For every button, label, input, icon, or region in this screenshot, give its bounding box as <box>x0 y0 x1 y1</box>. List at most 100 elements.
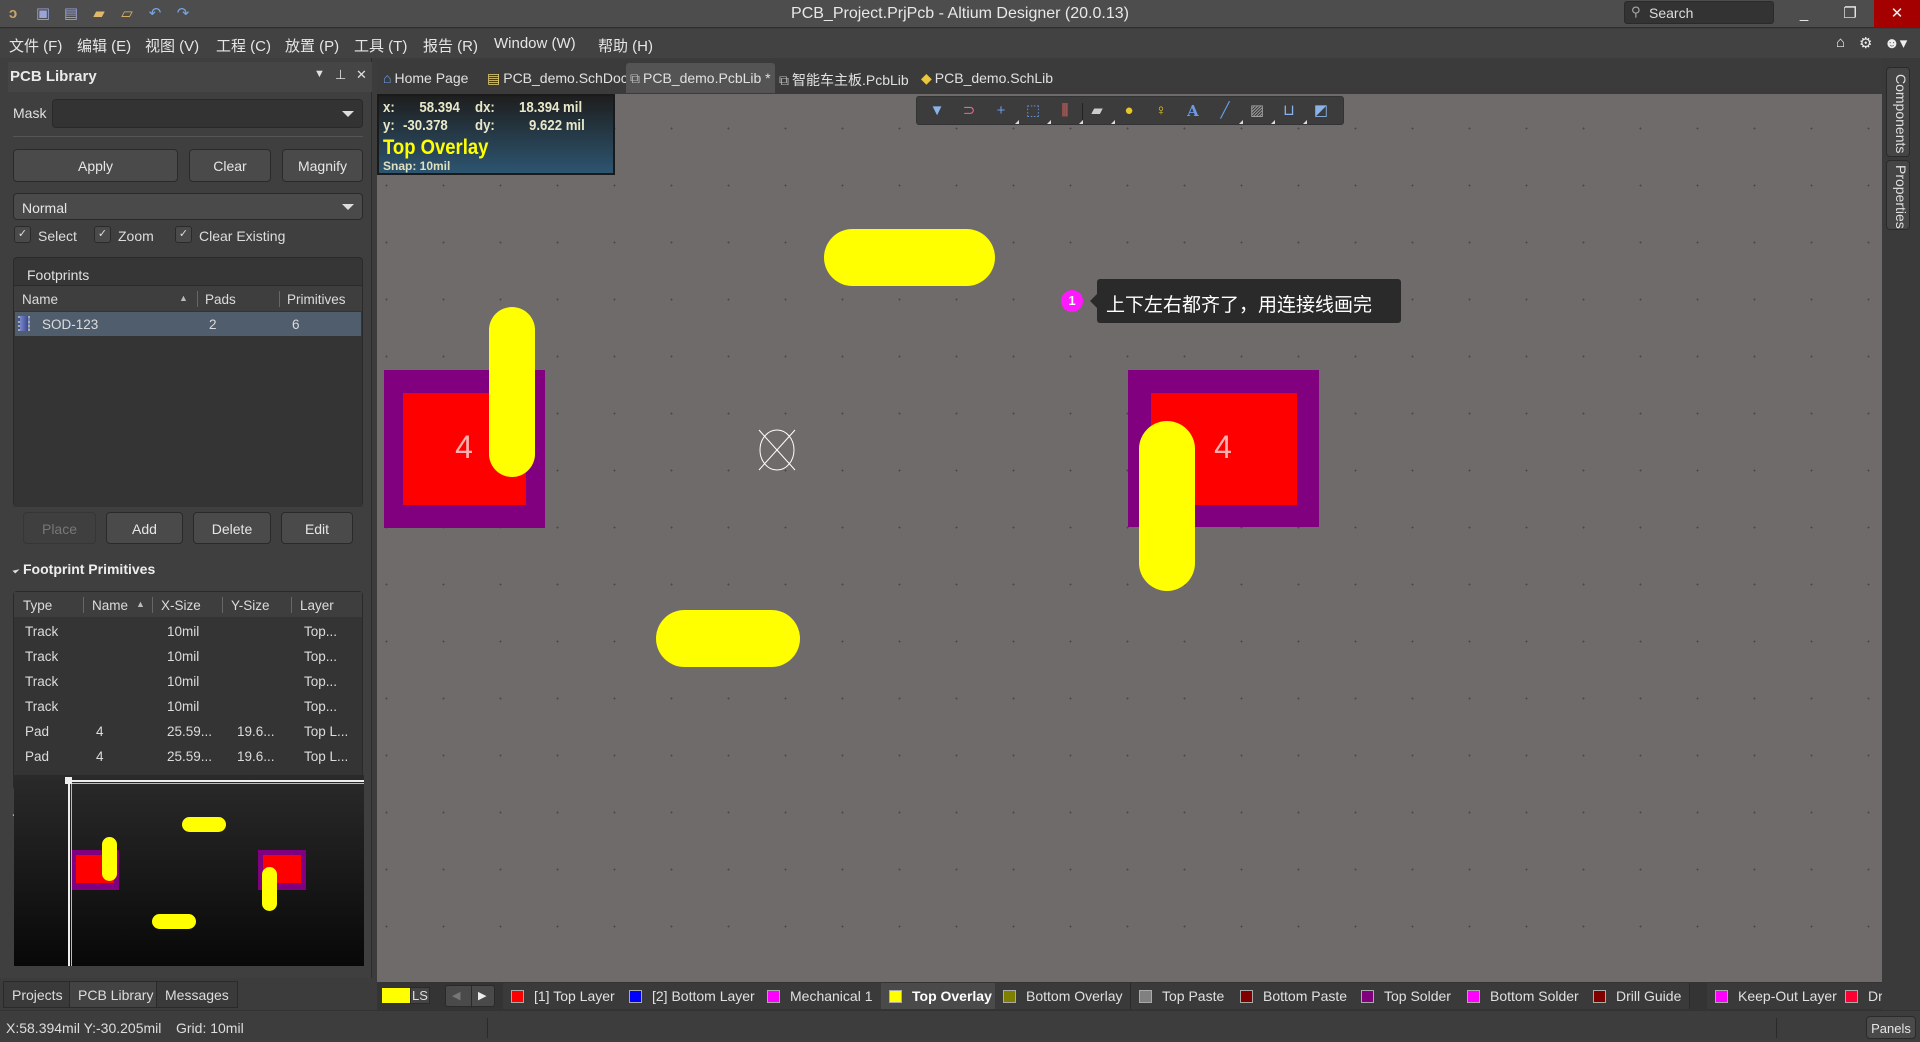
tab-smartcar-pcblib[interactable]: ⧉ 智能车主板.PcbLib <box>775 63 913 93</box>
tab-home-page[interactable]: ⌂ Home Page <box>379 63 472 93</box>
close-button[interactable]: ✕ <box>1874 0 1920 28</box>
scroll-left-icon[interactable]: ◀ <box>452 989 460 1002</box>
layer-tab-2-bottom-layer[interactable]: [2] Bottom Layer <box>621 983 764 1009</box>
close-panel-icon[interactable]: ✕ <box>356 67 367 83</box>
table-row[interactable]: SOD-123 2 6 <box>15 312 361 336</box>
redo-icon[interactable]: ↷ <box>174 5 192 23</box>
panels-button[interactable]: Panels <box>1866 1016 1916 1039</box>
via-icon[interactable]: ♀ <box>1151 102 1171 120</box>
table-row[interactable]: Track 10mil Top... <box>14 619 362 643</box>
layer-tab-bottom-solder[interactable]: Bottom Solder <box>1459 983 1588 1009</box>
component-icon[interactable]: ▰ <box>1087 102 1115 124</box>
magnify-button[interactable]: Magnify <box>282 149 363 182</box>
pad-icon[interactable]: ● <box>1119 102 1139 120</box>
minimize-button[interactable]: _ <box>1781 0 1827 28</box>
panel-menu-icon[interactable]: ▼ <box>314 68 325 80</box>
region-icon[interactable]: ◩ <box>1311 102 1331 120</box>
text-icon[interactable]: A <box>1183 102 1203 120</box>
layer-tab-mechanical-1[interactable]: Mechanical 1 <box>759 983 882 1009</box>
undo-icon[interactable]: ↶ <box>146 5 164 23</box>
pin-icon[interactable]: ⊥ <box>335 67 346 83</box>
delete-button[interactable]: Delete <box>193 512 271 544</box>
menu-edit[interactable]: 编辑 (E) <box>77 35 131 56</box>
add-button[interactable]: Add <box>106 512 183 544</box>
place-button[interactable]: Place <box>23 512 96 544</box>
save-all-icon[interactable]: ▤ <box>62 5 80 23</box>
interactive-routing-icon[interactable]: ⊃ <box>959 102 979 120</box>
table-row[interactable]: Track 10mil Top... <box>14 669 362 693</box>
overlay-track[interactable] <box>824 229 995 286</box>
mask-input[interactable] <box>52 99 363 128</box>
menu-help[interactable]: 帮助 (H) <box>598 35 653 56</box>
pcb-canvas[interactable]: 4 4 <box>377 94 1882 982</box>
search-input[interactable]: ⚲ Search <box>1624 1 1774 24</box>
altium-logo-icon[interactable]: ↄ <box>4 5 22 23</box>
menu-project[interactable]: 工程 (C) <box>216 35 271 56</box>
overlay-track[interactable] <box>1139 421 1195 591</box>
menu-window[interactable]: Window (W) <box>494 35 576 52</box>
primitives-section-header[interactable]: Footprint Primitives <box>12 561 155 577</box>
column-x-size[interactable]: X-Size <box>161 598 201 613</box>
save-icon[interactable]: ▣ <box>34 5 52 23</box>
tab-pcb-demo-pcblib[interactable]: ⧉ PCB_demo.PcbLib * <box>626 63 775 93</box>
layer-tab-drill-guide[interactable]: Drill Guide <box>1585 983 1691 1009</box>
layer-tab-1-top-layer[interactable]: [1] Top Layer <box>503 983 624 1009</box>
clear-button[interactable]: Clear <box>189 149 271 182</box>
clear-existing-checkbox[interactable]: ✓ <box>175 226 192 243</box>
current-layer-swatch[interactable] <box>382 988 410 1003</box>
open-project-icon[interactable]: ▱ <box>118 5 136 23</box>
tab-projects[interactable]: Projects <box>3 981 72 1008</box>
layer-tab-top-solder[interactable]: Top Solder <box>1353 983 1460 1009</box>
minimap[interactable] <box>14 775 364 966</box>
dimension-icon[interactable]: ⊔ <box>1279 102 1307 124</box>
apply-button[interactable]: Apply <box>13 149 178 182</box>
menu-view[interactable]: 视图 (V) <box>145 35 199 56</box>
scroll-right-icon[interactable]: ▶ <box>478 989 486 1002</box>
layer-tab-bottom-paste[interactable]: Bottom Paste <box>1232 983 1357 1009</box>
tab-messages[interactable]: Messages <box>156 981 238 1008</box>
gear-icon[interactable]: ⚙ <box>1859 34 1872 52</box>
select-rect-icon[interactable]: ⬚ <box>1023 102 1051 124</box>
column-name[interactable]: Name <box>92 598 128 613</box>
open-icon[interactable]: ▰ <box>90 5 108 23</box>
menu-reports[interactable]: 报告 (R) <box>423 35 478 56</box>
table-row[interactable]: Pad 4 25.59... 19.6... Top L... <box>14 719 362 743</box>
layer-tab-bottom-overlay[interactable]: Bottom Overlay <box>995 983 1132 1009</box>
align-icon[interactable]: ⫼ <box>1055 102 1083 124</box>
column-primitives[interactable]: Primitives <box>287 292 346 307</box>
table-row[interactable]: Pad 4 25.59... 19.6... Top L... <box>14 744 362 768</box>
menu-place[interactable]: 放置 (P) <box>285 35 339 56</box>
tab-pcb-library[interactable]: PCB Library <box>69 981 163 1008</box>
restore-button[interactable]: ❐ <box>1827 0 1873 28</box>
tab-pcb-demo-schdoc[interactable]: ▤ PCB_demo.SchDoc <box>483 63 632 93</box>
keepout-icon[interactable]: ▨ <box>1247 102 1275 124</box>
overlay-track[interactable] <box>489 307 535 477</box>
column-pads[interactable]: Pads <box>205 292 236 307</box>
zoom-checkbox[interactable]: ✓ <box>94 226 111 243</box>
table-row[interactable]: Track 10mil Top... <box>14 694 362 718</box>
column-type[interactable]: Type <box>23 598 52 613</box>
layer-tab-top-paste[interactable]: Top Paste <box>1131 983 1234 1009</box>
select-checkbox[interactable]: ✓ <box>14 226 31 243</box>
column-y-size[interactable]: Y-Size <box>231 598 270 613</box>
layer-set-button[interactable]: LS <box>410 987 430 1004</box>
home-icon[interactable]: ⌂ <box>1836 34 1845 51</box>
line-icon[interactable]: ╱ <box>1215 102 1243 124</box>
column-name[interactable]: Name <box>22 292 58 307</box>
menu-file[interactable]: 文件 (F) <box>9 35 62 56</box>
edit-button[interactable]: Edit <box>281 512 353 544</box>
tab-components[interactable]: Components <box>1886 67 1910 157</box>
layer-tab-keep-out-layer[interactable]: Keep-Out Layer <box>1707 983 1846 1009</box>
minimap-handle[interactable] <box>65 777 72 784</box>
menu-tools[interactable]: 工具 (T) <box>354 35 407 56</box>
table-row[interactable]: Track 10mil Top... <box>14 644 362 668</box>
layer-tab-top-overlay[interactable]: Top Overlay <box>881 983 1001 1009</box>
tab-properties[interactable]: Properties <box>1886 160 1910 230</box>
crosshair-icon[interactable]: + <box>991 102 1019 124</box>
user-icon[interactable]: ☻▾ <box>1884 34 1907 52</box>
filter-icon[interactable]: ▼ <box>927 102 947 120</box>
column-layer[interactable]: Layer <box>300 598 334 613</box>
mode-select[interactable]: Normal <box>13 193 363 220</box>
overlay-track[interactable] <box>656 610 800 667</box>
tab-pcb-demo-schlib[interactable]: ◆ PCB_demo.SchLib <box>917 63 1057 93</box>
